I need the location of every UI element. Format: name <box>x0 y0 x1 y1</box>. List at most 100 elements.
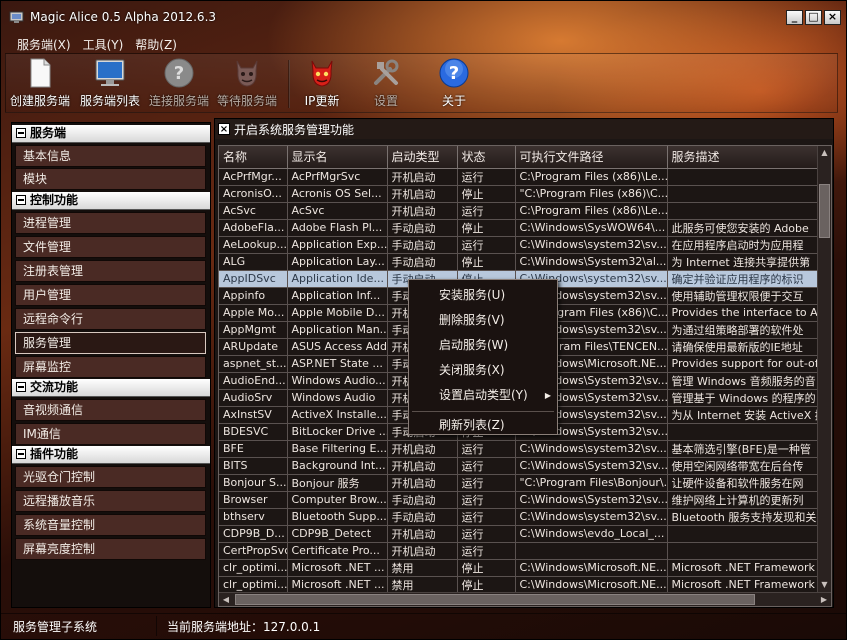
section-communication[interactable]: 交流功能 <box>12 379 210 397</box>
horizontal-scrollbar[interactable]: ◀ ▶ <box>219 592 831 606</box>
close-button[interactable]: × <box>824 10 841 25</box>
sidebar-item-basic-info[interactable]: 基本信息 <box>15 145 206 167</box>
column-header-display-name[interactable]: 显示名 <box>287 146 388 169</box>
cell-description: 确定并验证应用程序的标识 <box>667 270 820 288</box>
cell-name: AudioEnd... <box>219 372 288 390</box>
cell-display-name: ASP.NET State ... <box>287 355 388 373</box>
menu-item-stop-service[interactable]: 关闭服务(X) <box>409 359 557 384</box>
cell-status: 停止 <box>457 576 516 594</box>
sidebar-item-screen-monitor[interactable]: 屏幕监控 <box>15 356 206 378</box>
column-header-name[interactable]: 名称 <box>219 146 288 169</box>
table-row[interactable]: AcSvc AcSvc 开机启动 运行 C:\Program Files (x86)\L… <box>219 202 820 220</box>
sidebar-item-cdrom[interactable]: 光驱仓门控制 <box>15 466 206 488</box>
column-header-description[interactable]: 服务描述 <box>667 146 820 169</box>
sidebar-item-im[interactable]: IM通信 <box>15 423 206 445</box>
menu-item-install-service[interactable]: 安装服务(U) <box>409 284 557 309</box>
status-subsystem: 服务管理子系统 <box>13 620 98 634</box>
menu-item-start-service[interactable]: 启动服务(W) <box>409 334 557 359</box>
title-bar[interactable]: Magic Alice 0.5 Alpha 2012.6.3 _ □ × <box>1 1 846 33</box>
collapse-icon <box>16 128 26 138</box>
app-window: Magic Alice 0.5 Alpha 2012.6.3 _ □ × 服务端… <box>0 0 847 640</box>
devil-face-icon <box>236 60 258 87</box>
column-header-start-type[interactable]: 启动类型 <box>387 146 458 169</box>
scroll-thumb-horizontal[interactable] <box>235 594 755 605</box>
connect-server-button[interactable]: ? 连接服务端 <box>146 54 212 112</box>
section-plugins[interactable]: 插件功能 <box>12 446 210 464</box>
sidebar-item-services[interactable]: 服务管理 <box>15 332 206 354</box>
cell-description <box>667 525 820 543</box>
table-row[interactable]: Bonjour S... Bonjour 服务 开机启动 运行 "C:\Program … <box>219 474 820 492</box>
wait-server-button[interactable]: 等待服务端 <box>214 54 280 112</box>
scroll-down-icon[interactable]: ▼ <box>818 578 831 592</box>
cell-description: Bluetooth 服务支持发现和关 <box>667 508 820 526</box>
table-row[interactable]: AdobeFla... Adobe Flash Pl... 手动启动 停止 C:\Win… <box>219 219 820 237</box>
sidebar-item-remote-music[interactable]: 远程播放音乐 <box>15 490 206 512</box>
cell-display-name: ASUS Access Addre... <box>287 338 388 356</box>
sidebar-item-users[interactable]: 用户管理 <box>15 284 206 306</box>
cell-name: Bonjour S... <box>219 474 288 492</box>
sidebar-item-modules[interactable]: 模块 <box>15 168 206 190</box>
column-header-status[interactable]: 状态 <box>457 146 516 169</box>
table-row[interactable]: clr_optimi... Microsoft .NET ... 禁用 停止 C:\Wi… <box>219 559 820 577</box>
table-row[interactable]: AeLookup... Application Exp... 手动启动 运行 C:\Wi… <box>219 236 820 254</box>
cell-description: 维护网络上计算机的更新列 <box>667 491 820 509</box>
cell-name: AcSvc <box>219 202 288 220</box>
sidebar-item-process[interactable]: 进程管理 <box>15 212 206 234</box>
vertical-scrollbar[interactable]: ▲ ▼ <box>817 146 831 592</box>
cell-path: C:\Windows\SysWOW64\... <box>515 219 668 237</box>
maximize-button[interactable]: □ <box>805 10 822 25</box>
ip-update-label: IP更新 <box>304 94 340 108</box>
ip-update-button[interactable]: IP更新 <box>296 54 348 112</box>
menu-item-delete-service[interactable]: 删除服务(V) <box>409 309 557 334</box>
section-server[interactable]: 服务端 <box>12 125 210 143</box>
panel-close-icon[interactable]: × <box>218 123 230 135</box>
scroll-right-icon[interactable]: ▶ <box>817 593 831 606</box>
menu-item-set-start-type[interactable]: 设置启动类型(Y) ▶ <box>409 384 557 409</box>
menu-help[interactable]: 帮助(Z) <box>129 33 183 53</box>
cell-display-name: Windows Audio... <box>287 372 388 390</box>
collapse-icon <box>16 195 26 205</box>
create-server-button[interactable]: 创建服务端 <box>8 54 72 112</box>
scroll-up-icon[interactable]: ▲ <box>818 146 831 160</box>
table-row[interactable]: AcronisO... Acronis OS Sel... 开机启动 停止 "C:\Pr… <box>219 185 820 203</box>
sidebar-item-file[interactable]: 文件管理 <box>15 236 206 258</box>
section-control[interactable]: 控制功能 <box>12 192 210 210</box>
cell-path: C:\Windows\system32\sv... <box>515 236 668 254</box>
wait-server-label: 等待服务端 <box>216 94 277 108</box>
settings-button[interactable]: 设置 <box>362 54 410 112</box>
menu-item-label: 安装服务(U) <box>439 288 506 302</box>
menu-item-refresh-list[interactable]: 刷新列表(Z) <box>409 414 557 439</box>
table-row[interactable]: CertPropSvc Certificate Pro... 开机启动 运行 <box>219 542 820 560</box>
table-row[interactable]: CDP9B_D... CDP9B_Detect 开机启动 运行 C:\Windows\e… <box>219 525 820 543</box>
minimize-button[interactable]: _ <box>786 10 803 25</box>
cell-description <box>667 202 820 220</box>
cell-name: CertPropSvc <box>219 542 288 560</box>
status-divider <box>156 616 157 636</box>
scroll-left-icon[interactable]: ◀ <box>219 593 233 606</box>
cell-display-name: Application Exp... <box>287 236 388 254</box>
help-question-icon: ? <box>439 58 469 88</box>
table-row[interactable]: bthserv Bluetooth Supp... 手动启动 运行 C:\Windows… <box>219 508 820 526</box>
column-header-path[interactable]: 可执行文件路径 <box>515 146 668 169</box>
server-list-button[interactable]: 服务端列表 <box>76 54 144 112</box>
table-row[interactable]: BITS Background Int... 开机启动 运行 C:\Windows\Sy… <box>219 457 820 475</box>
sidebar-item-remote-cmd[interactable]: 远程命令行 <box>15 308 206 330</box>
sidebar-item-registry[interactable]: 注册表管理 <box>15 260 206 282</box>
menu-server[interactable]: 服务端(X) <box>11 33 77 53</box>
cell-start-type: 开机启动 <box>387 168 458 186</box>
table-row[interactable]: ALG Application Lay... 手动启动 停止 C:\Windows\Sy… <box>219 253 820 271</box>
table-row[interactable]: Browser Computer Brow... 手动启动 运行 C:\Windows\… <box>219 491 820 509</box>
scroll-thumb[interactable] <box>819 184 830 238</box>
table-row[interactable]: AcPrfMgr... AcPrfMgrSvc 开机启动 运行 C:\Program F… <box>219 168 820 186</box>
table-row[interactable]: BFE Base Filtering E... 开机启动 运行 C:\Windows\s… <box>219 440 820 458</box>
cell-path: C:\Program Files (x86)\Le... <box>515 202 668 220</box>
sidebar-item-brightness[interactable]: 屏幕亮度控制 <box>15 538 206 560</box>
about-button[interactable]: ? 关于 <box>430 54 478 112</box>
sidebar-item-volume[interactable]: 系统音量控制 <box>15 514 206 536</box>
menu-tools[interactable]: 工具(Y) <box>77 33 130 53</box>
toolbar-separator <box>288 60 290 108</box>
sidebar-item-av-chat[interactable]: 音视频通信 <box>15 399 206 421</box>
table-row[interactable]: clr_optimi... Microsoft .NET ... 禁用 停止 C:\Wi… <box>219 576 820 594</box>
submenu-arrow-icon: ▶ <box>544 391 551 400</box>
cell-description: 请确保使用最新版的IE地址 <box>667 338 820 356</box>
